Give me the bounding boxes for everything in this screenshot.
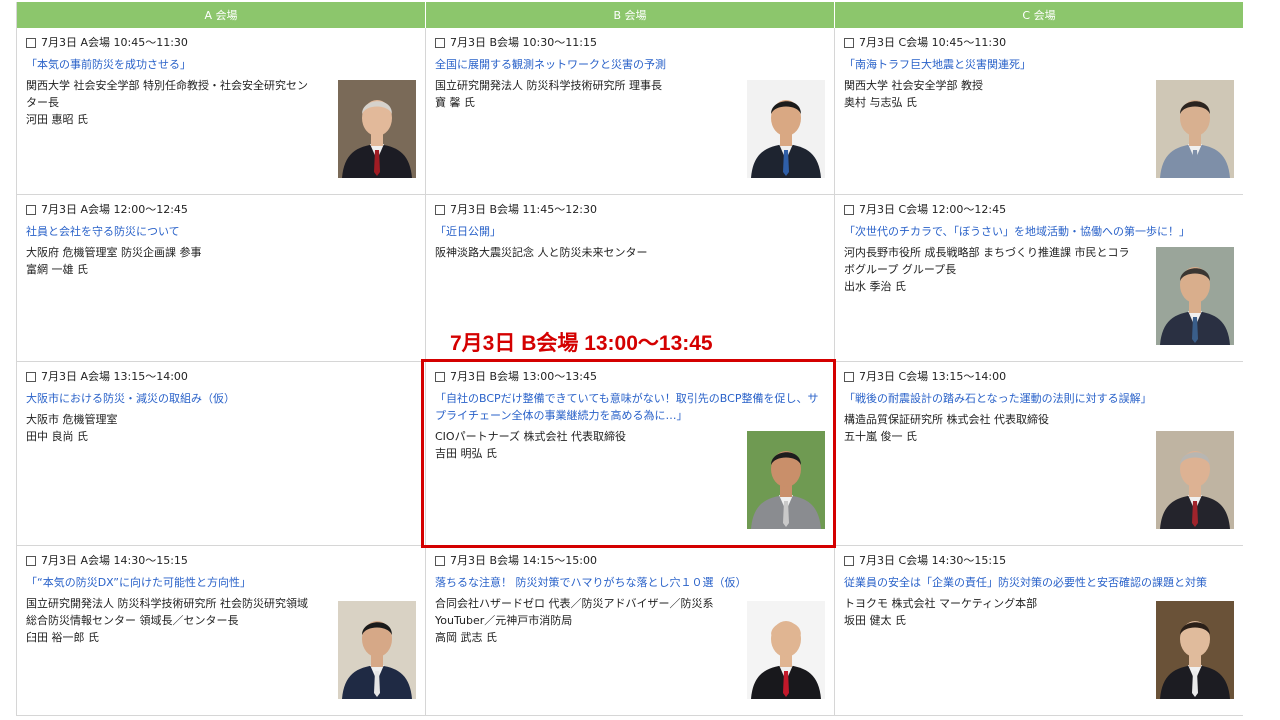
- speaker-organization: CIOパートナーズ 株式会社 代表取締役: [435, 430, 627, 443]
- highlight-callout: 7月3日 B会場 13:00～13:45: [450, 332, 713, 355]
- session-checkbox[interactable]: [435, 372, 445, 382]
- session-card: 7月3日 A会場 12:00～12:45 社員と会社を守る防災について大阪府 危機…: [17, 195, 426, 362]
- session-time-row: 7月3日 B会場 14:15～15:00: [435, 554, 826, 568]
- speaker-photo-glasses-outdoor: [1156, 247, 1234, 345]
- session-checkbox[interactable]: [844, 372, 854, 382]
- session-checkbox[interactable]: [435, 38, 445, 48]
- session-time-row: 7月3日 A会場 13:15～14:00: [26, 370, 417, 384]
- speaker-photo-bald-red-tie: [747, 601, 825, 699]
- session-checkbox[interactable]: [26, 205, 36, 215]
- session-title-link[interactable]: 「近日公開」: [435, 223, 826, 240]
- session-time: 7月3日 A会場 10:45～11:30: [41, 36, 188, 49]
- session-time-row: 7月3日 B会場 10:30～11:15: [435, 36, 826, 50]
- session-time-row: 7月3日 B会場 13:00～13:45: [435, 370, 826, 384]
- session-checkbox[interactable]: [26, 372, 36, 382]
- speaker-photo-gray-hair-suit: [1156, 431, 1234, 529]
- session-time: 7月3日 C会場 14:30～15:15: [859, 554, 1007, 567]
- speaker-organization: トヨクモ 株式会社 マーケティング本部: [844, 597, 1038, 610]
- speaker-organization: 国立研究開発法人 防災科学技術研究所 理事長: [435, 79, 662, 92]
- session-time: 7月3日 C会場 10:45～11:30: [859, 36, 1007, 49]
- session-checkbox[interactable]: [26, 556, 36, 566]
- speaker-name: 寶 馨 氏: [435, 96, 475, 109]
- speaker-organization: 構造品質保証研究所 株式会社 代表取締役: [844, 413, 1049, 426]
- session-checkbox[interactable]: [435, 556, 445, 566]
- session-title-link[interactable]: 従業員の安全は「企業の責任」防災対策の必要性と安否確認の課題と対策: [844, 574, 1235, 591]
- speaker-organization: 合同会社ハザードゼロ 代表／防災アドバイザー／防災系YouTuber／元神戸市消…: [435, 597, 714, 627]
- session-card: 7月3日 C会場 14:30～15:15 従業員の安全は「企業の責任」防災対策の必…: [835, 546, 1243, 716]
- speaker-photo-suit-red-tie: [338, 80, 416, 178]
- session-title-link[interactable]: 「次世代のチカラで、「ぼうさい」を地域活動・協働への第一歩に！」: [844, 223, 1235, 240]
- session-title-link[interactable]: 「南海トラフ巨大地震と災害関連死」: [844, 56, 1235, 73]
- session-card: 7月3日 C会場 13:15～14:00 「戦後の耐震設計の踏み石となった運動の法…: [835, 362, 1243, 546]
- session-time: 7月3日 C会場 12:00～12:45: [859, 203, 1007, 216]
- session-time-row: 7月3日 C会場 10:45～11:30: [844, 36, 1235, 50]
- session-time: 7月3日 B会場 11:45～12:30: [450, 203, 597, 216]
- session-time: 7月3日 C会場 13:15～14:00: [859, 370, 1007, 383]
- session-card: 7月3日 C会場 10:45～11:30 「南海トラフ巨大地震と災害関連死」関西大…: [835, 28, 1243, 195]
- session-time: 7月3日 A会場 12:00～12:45: [41, 203, 188, 216]
- session-card: 7月3日 C会場 12:00～12:45 「次世代のチカラで、「ぼうさい」を地域活…: [835, 195, 1243, 362]
- speaker-name: 河田 惠昭 氏: [26, 113, 88, 126]
- session-time: 7月3日 B会場 13:00～13:45: [450, 370, 597, 383]
- session-card: 7月3日 A会場 14:30～15:15 「“本気の防災DX”に向けた可能性と方向…: [17, 546, 426, 716]
- speaker-name: 奥村 与志弘 氏: [844, 96, 917, 109]
- venue-header-c: C 会場: [835, 2, 1243, 28]
- session-title-link[interactable]: 「“本気の防災DX”に向けた可能性と方向性」: [26, 574, 417, 591]
- session-title-link[interactable]: 「自社のBCPだけ整備できていても意味がない！取引先のBCP整備を促し、サプライ…: [435, 390, 826, 424]
- session-time-row: 7月3日 A会場 14:30～15:15: [26, 554, 417, 568]
- session-time: 7月3日 B会場 14:15～15:00: [450, 554, 597, 567]
- session-checkbox[interactable]: [844, 556, 854, 566]
- speaker-organization: 国立研究開発法人 防災科学技術研究所 社会防災研究領域 総合防災情報センター 領…: [26, 597, 308, 627]
- session-time-row: 7月3日 C会場 13:15～14:00: [844, 370, 1235, 384]
- speaker-organization: 関西大学 社会安全学部 教授: [844, 79, 983, 92]
- session-time: 7月3日 B会場 10:30～11:15: [450, 36, 597, 49]
- speaker-name: 富網 一雄 氏: [26, 263, 88, 276]
- session-timetable: A 会場 B 会場 C 会場 7月3日 A会場 10:45～11:30 「本気の事…: [16, 2, 1243, 716]
- speaker-name: 高岡 武志 氏: [435, 631, 497, 644]
- session-title-link[interactable]: 「戦後の耐震設計の踏み石となった運動の法則に対する誤解」: [844, 390, 1235, 407]
- session-card: 7月3日 B会場 13:00～13:45 「自社のBCPだけ整備できていても意味が…: [426, 362, 835, 546]
- speaker-organization: 大阪市 危機管理室: [26, 413, 118, 426]
- speaker-organization: 河内長野市役所 成長戦略部 まちづくり推進課 市民とコラボグループ グループ長: [844, 246, 1130, 276]
- session-title-link[interactable]: 大阪市における防災・減災の取組み（仮）: [26, 390, 417, 407]
- speaker-name: 吉田 明弘 氏: [435, 447, 497, 460]
- session-card: 7月3日 A会場 10:45～11:30 「本気の事前防災を成功させる」関西大学 …: [17, 28, 426, 195]
- speaker-photo-suit-blue-tie: [747, 80, 825, 178]
- session-title-link[interactable]: 全国に展開する観測ネットワークと災害の予測: [435, 56, 826, 73]
- speaker-photo-young-dark-jacket: [1156, 601, 1234, 699]
- session-time-row: 7月3日 A会場 10:45～11:30: [26, 36, 417, 50]
- speaker-photo-navy-suit: [338, 601, 416, 699]
- speaker-photo-glasses-shirt: [1156, 80, 1234, 178]
- session-time: 7月3日 A会場 13:15～14:00: [41, 370, 188, 383]
- session-time-row: 7月3日 A会場 12:00～12:45: [26, 203, 417, 217]
- speaker-name: 五十嵐 俊一 氏: [844, 430, 917, 443]
- speaker-photo-sunglasses-gray-suit: [747, 431, 825, 529]
- speaker-organization: 阪神淡路大震災記念 人と防災未来センター: [435, 246, 648, 259]
- session-checkbox[interactable]: [844, 38, 854, 48]
- session-card: 7月3日 B会場 10:30～11:15 全国に展開する観測ネットワークと災害の予…: [426, 28, 835, 195]
- session-time-row: 7月3日 B会場 11:45～12:30: [435, 203, 826, 217]
- session-card: 7月3日 A会場 13:15～14:00 大阪市における防災・減災の取組み（仮） 大…: [17, 362, 426, 546]
- venue-header-b: B 会場: [426, 2, 835, 28]
- session-time: 7月3日 A会場 14:30～15:15: [41, 554, 188, 567]
- session-checkbox[interactable]: [26, 38, 36, 48]
- session-title-link[interactable]: 落ちるな注意！ 防災対策でハマりがちな落とし穴１０選（仮）: [435, 574, 826, 591]
- session-card: 7月3日 B会場 14:15～15:00 落ちるな注意！ 防災対策でハマりがちな落…: [426, 546, 835, 716]
- session-title-link[interactable]: 社員と会社を守る防災について: [26, 223, 417, 240]
- speaker-organization: 大阪府 危機管理室 防災企画課 参事: [26, 246, 202, 259]
- session-checkbox[interactable]: [844, 205, 854, 215]
- speaker-organization: 関西大学 社会安全学部 特別任命教授・社会安全研究センター長: [26, 79, 308, 109]
- speaker-name: 田中 良尚 氏: [26, 430, 88, 443]
- session-time-row: 7月3日 C会場 14:30～15:15: [844, 554, 1235, 568]
- session-title-link[interactable]: 「本気の事前防災を成功させる」: [26, 56, 417, 73]
- session-time-row: 7月3日 C会場 12:00～12:45: [844, 203, 1235, 217]
- speaker-name: 臼田 裕一郎 氏: [26, 631, 99, 644]
- session-checkbox[interactable]: [435, 205, 445, 215]
- venue-header-a: A 会場: [17, 2, 426, 28]
- speaker-name: 坂田 健太 氏: [844, 614, 906, 627]
- speaker-name: 出水 季治 氏: [844, 280, 906, 293]
